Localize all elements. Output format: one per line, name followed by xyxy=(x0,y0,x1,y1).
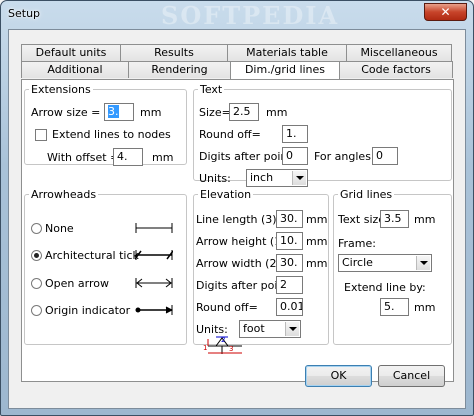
elevation-units-select[interactable]: foot xyxy=(239,320,301,338)
tab-row-2: Additional Rendering Dim./grid lines Cod… xyxy=(21,61,453,79)
cancel-button[interactable]: Cancel xyxy=(378,365,445,387)
arrowheads-group: Arrowheads None Architectural tick Open … xyxy=(24,188,187,345)
frame-select[interactable]: Circle xyxy=(338,254,432,272)
chevron-down-icon[interactable] xyxy=(292,171,306,185)
tab-panel: Extensions Arrow size = 3. mm Extend lin… xyxy=(21,79,454,382)
window-title: Setup xyxy=(8,7,41,20)
text-group: Text Size= 2.5 mm Round off= 1. Digits a… xyxy=(193,83,452,187)
radio-open-arrow-label: Open arrow xyxy=(45,277,109,290)
text-size-field[interactable]: 2.5 xyxy=(229,103,259,121)
arrowhead-origin-icon xyxy=(135,305,173,315)
arrow-height-field[interactable]: 10. xyxy=(276,232,303,250)
close-icon: ✕ xyxy=(440,5,451,19)
text-units-label: Units: xyxy=(199,172,231,185)
ok-button[interactable]: OK xyxy=(305,365,372,387)
arrow-size-unit: mm xyxy=(140,106,162,119)
angles-field[interactable]: 0 xyxy=(372,147,398,165)
tab-row-1: Default units Results Materials table Mi… xyxy=(21,44,452,61)
grid-text-size-unit: mm xyxy=(414,213,436,226)
angles-label: For angles: xyxy=(314,150,375,163)
radio-architectural-tick[interactable] xyxy=(31,250,42,261)
extend-line-unit: mm xyxy=(414,301,436,314)
text-size-unit: mm xyxy=(266,106,288,119)
radio-none-label: None xyxy=(45,222,74,235)
extend-lines-label: Extend lines to nodes xyxy=(52,128,171,141)
line-length-unit: mm xyxy=(306,213,328,226)
dialog-client-area: Default units Results Materials table Mi… xyxy=(8,29,466,409)
text-units-select[interactable]: inch xyxy=(246,169,308,187)
elevation-round-off-label: Round off= xyxy=(196,301,258,314)
arrow-width-field[interactable]: 30. xyxy=(276,254,303,272)
grid-lines-legend: Grid lines xyxy=(340,188,393,201)
elevation-symbol-icon: 1 2 3 xyxy=(203,336,242,354)
radio-open-arrow[interactable] xyxy=(31,278,42,289)
text-round-off-label: Round off= xyxy=(199,128,261,141)
with-offset-field[interactable]: 4. xyxy=(113,148,143,166)
frame-label: Frame: xyxy=(338,237,376,250)
text-size-label: Size= xyxy=(199,106,231,119)
elevation-digits-field[interactable]: 2 xyxy=(276,276,303,294)
grid-text-size-field[interactable]: 3.5 xyxy=(380,210,409,228)
extend-line-label: Extend line by: xyxy=(344,281,426,294)
text-round-off-field[interactable]: 1. xyxy=(282,125,308,143)
tab-rendering[interactable]: Rendering xyxy=(128,61,231,78)
with-offset-label: With offset = xyxy=(47,151,120,164)
arrowhead-none-icon xyxy=(135,223,173,233)
extend-line-field[interactable]: 5. xyxy=(380,298,409,316)
elevation-label-3: 3 xyxy=(229,345,233,353)
chevron-down-icon[interactable] xyxy=(285,322,299,336)
setup-window: Setup SOFTPEDIA ✕ Default units Results … xyxy=(0,0,474,416)
extensions-legend: Extensions xyxy=(31,83,91,96)
with-offset-unit: mm xyxy=(152,151,174,164)
tab-miscellaneous[interactable]: Miscellaneous xyxy=(346,44,452,61)
watermark: SOFTPEDIA xyxy=(161,1,340,30)
arrow-size-field[interactable]: 3. xyxy=(104,103,134,121)
elevation-round-off-field[interactable]: 0.01 xyxy=(276,298,303,316)
extensions-group: Extensions Arrow size = 3. mm Extend lin… xyxy=(24,83,187,166)
arrowhead-tick-icon xyxy=(135,250,173,260)
line-length-label: Line length (3)= xyxy=(196,213,286,226)
title-bar[interactable]: Setup SOFTPEDIA ✕ xyxy=(1,1,473,30)
arrowheads-legend: Arrowheads xyxy=(31,188,97,201)
radio-architectural-tick-label: Architectural tick xyxy=(45,249,139,262)
radio-none[interactable] xyxy=(31,223,42,234)
elevation-group: Elevation Line length (3)= 30. mm Arrow … xyxy=(193,188,329,354)
arrowhead-open-icon xyxy=(135,278,173,288)
grid-lines-group: Grid lines Text size 3.5 mm Frame: Circl… xyxy=(333,188,452,345)
radio-origin-indicator[interactable] xyxy=(31,305,42,316)
arrow-height-unit: mm xyxy=(306,235,328,248)
line-length-field[interactable]: 30. xyxy=(276,210,303,228)
close-button[interactable]: ✕ xyxy=(424,3,467,21)
tab-results[interactable]: Results xyxy=(120,44,228,61)
radio-origin-indicator-label: Origin indicator xyxy=(45,304,131,317)
tab-dim-grid-lines[interactable]: Dim./grid lines xyxy=(230,61,340,79)
elevation-legend: Elevation xyxy=(200,188,252,201)
tab-materials-table[interactable]: Materials table xyxy=(227,44,347,61)
text-legend: Text xyxy=(200,83,223,96)
elevation-label-1: 1 xyxy=(203,344,207,352)
elevation-label-2: 2 xyxy=(221,336,225,344)
tab-default-units[interactable]: Default units xyxy=(21,44,121,61)
arrow-size-label: Arrow size = xyxy=(31,106,101,119)
tab-code-factors[interactable]: Code factors xyxy=(339,61,453,78)
tab-additional[interactable]: Additional xyxy=(21,61,129,78)
chevron-down-icon[interactable] xyxy=(416,256,430,270)
arrow-width-unit: mm xyxy=(306,257,328,270)
text-digits-field[interactable]: 0 xyxy=(282,147,308,165)
extend-lines-checkbox[interactable] xyxy=(35,129,47,141)
grid-text-size-label: Text size xyxy=(338,213,386,226)
